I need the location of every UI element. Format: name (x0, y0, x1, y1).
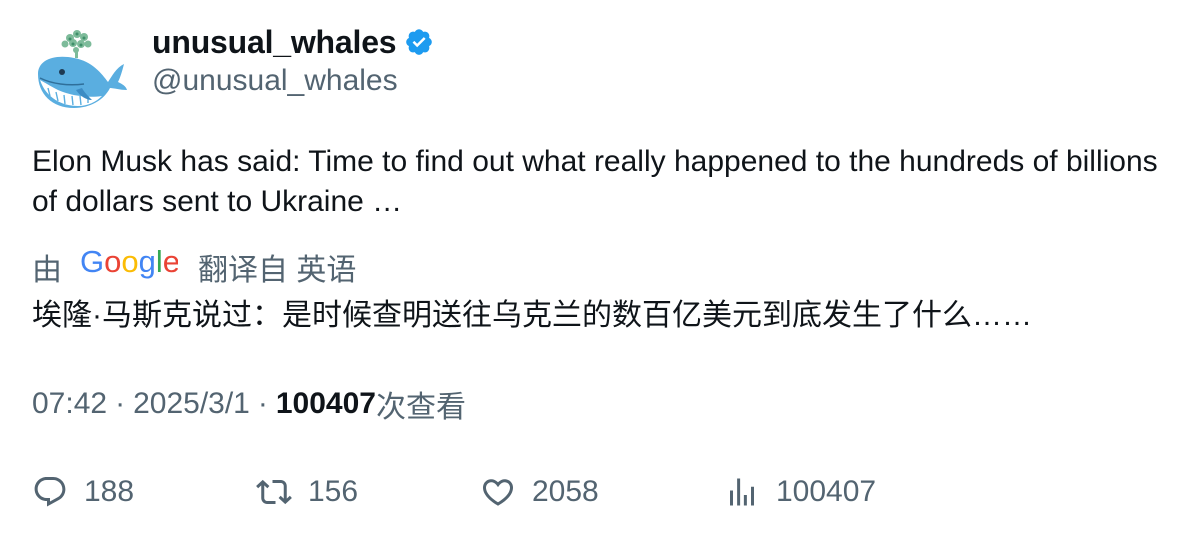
retweet-button[interactable]: 156 (256, 470, 358, 514)
author-info: unusual_whales @unusual_whales (152, 22, 434, 98)
translation-prefix: 由 (32, 254, 62, 287)
reply-button[interactable]: 188 (32, 470, 134, 514)
translation-attribution[interactable]: 由 Google 翻译自 英语 (32, 244, 357, 288)
meta-separator: · (115, 387, 126, 420)
google-logo: Google (80, 244, 180, 288)
display-name[interactable]: unusual_whales (152, 24, 397, 61)
handle[interactable]: @unusual_whales (152, 64, 434, 98)
retweet-icon (256, 479, 292, 505)
tweet-meta: 07:42 · 2025/3/1 · 100407 次查看 (32, 384, 466, 424)
svg-text:Google: Google (80, 246, 178, 279)
tweet-time[interactable]: 07:42 (32, 387, 107, 421)
reply-count: 188 (84, 475, 135, 508)
heart-icon (482, 479, 514, 506)
views-chart-icon (730, 478, 754, 506)
views-label: 次查看 (375, 391, 466, 424)
meta-separator: · (257, 387, 268, 420)
author-name-row: unusual_whales (152, 22, 434, 62)
tweet-text: Elon Musk has said: Time to find out wha… (32, 145, 1158, 218)
action-bar: 188 156 2058 100407 (32, 470, 1162, 514)
translation-suffix: 翻译自 英语 (198, 254, 357, 287)
avatar[interactable] (32, 24, 128, 114)
views-action-count: 100407 (776, 475, 877, 508)
tweet-date[interactable]: 2025/3/1 (133, 387, 250, 421)
like-count: 2058 (532, 475, 599, 508)
like-button[interactable]: 2058 (480, 470, 599, 514)
views-button[interactable]: 100407 (724, 470, 876, 514)
tweet-card: unusual_whales @unusual_whales Elon Musk… (0, 0, 1196, 538)
views-count: 100407 (275, 387, 376, 420)
verified-badge-icon (406, 29, 433, 55)
translated-text: 埃隆·马斯克说过：是时候查明送往乌克兰的数百亿美元到底发生了什么…… (32, 299, 1032, 332)
whale-icon (38, 30, 127, 108)
reply-icon (34, 477, 66, 507)
retweet-count: 156 (308, 475, 359, 508)
